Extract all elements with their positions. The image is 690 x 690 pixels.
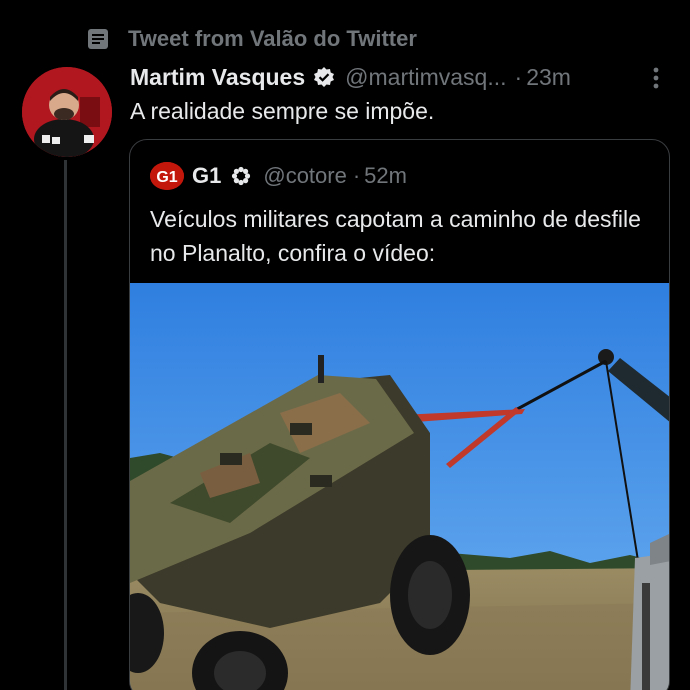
display-name[interactable]: Martim Vasques bbox=[130, 64, 305, 91]
list-icon bbox=[86, 27, 110, 51]
quoted-timestamp[interactable]: 52m bbox=[364, 163, 407, 189]
quoted-display-name[interactable]: G1 bbox=[192, 163, 221, 189]
svg-text:G1: G1 bbox=[156, 169, 177, 186]
quoted-handle[interactable]: @cotore bbox=[263, 163, 346, 189]
tweet-header: Martim Vasques @martimvasq... · 23m bbox=[130, 60, 571, 94]
social-context-text: Tweet from Valão do Twitter bbox=[128, 26, 417, 51]
social-context[interactable]: Tweet from Valão do Twitter bbox=[86, 24, 417, 54]
quoted-tweet[interactable]: G1 G1 @cotore · 52m Veículos militares c… bbox=[129, 139, 670, 690]
handle[interactable]: @martimvasq... bbox=[345, 64, 506, 91]
g1-logo-icon: G1 bbox=[150, 162, 184, 190]
timestamp[interactable]: 23m bbox=[526, 64, 571, 91]
thread-line bbox=[64, 160, 67, 690]
quoted-tweet-header: G1 G1 @cotore · 52m bbox=[150, 160, 407, 192]
avatar[interactable] bbox=[22, 67, 112, 157]
verified-badge-icon bbox=[313, 66, 335, 88]
quoted-tweet-text: Veículos militares capotam a caminho de … bbox=[150, 206, 641, 266]
separator-dot: · bbox=[514, 63, 523, 90]
tweet-text: A realidade sempre se impõe. bbox=[130, 98, 435, 124]
video-thumbnail[interactable] bbox=[130, 283, 669, 690]
quoted-separator-dot: · bbox=[352, 163, 361, 188]
more-options-icon[interactable] bbox=[646, 64, 666, 92]
affiliate-badge-icon bbox=[231, 166, 251, 186]
